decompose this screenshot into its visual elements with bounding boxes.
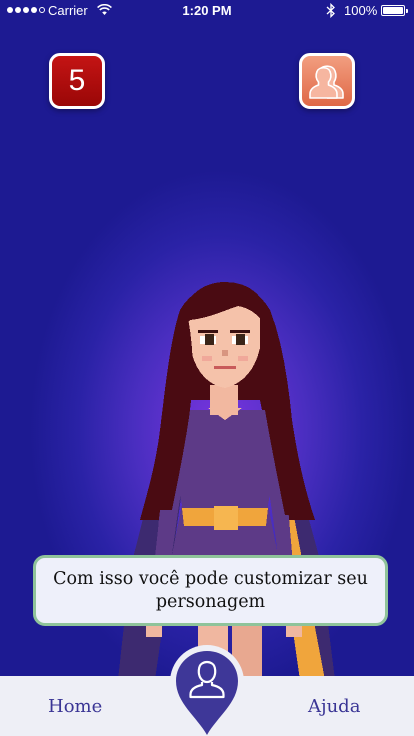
- status-bar: Carrier 1:20 PM 100%: [0, 0, 414, 22]
- level-value: 5: [68, 64, 86, 97]
- friends-button[interactable]: [299, 53, 355, 109]
- users-icon: [309, 65, 344, 99]
- battery-percentage: 100%: [344, 3, 378, 18]
- battery-icon: [381, 5, 408, 16]
- bluetooth-icon: [326, 3, 335, 18]
- app-screen: Carrier 1:20 PM 100% 5 Com isso você pod…: [0, 0, 414, 736]
- profile-pin-icon[interactable]: [167, 645, 247, 736]
- nav-home-button[interactable]: Home: [48, 696, 102, 717]
- nav-help-button[interactable]: Ajuda: [308, 696, 360, 717]
- tutorial-message-text: Com isso você pode customizar seu person…: [53, 568, 368, 612]
- level-badge-button[interactable]: 5: [49, 53, 105, 109]
- tutorial-message-bubble: Com isso você pode customizar seu person…: [33, 555, 388, 626]
